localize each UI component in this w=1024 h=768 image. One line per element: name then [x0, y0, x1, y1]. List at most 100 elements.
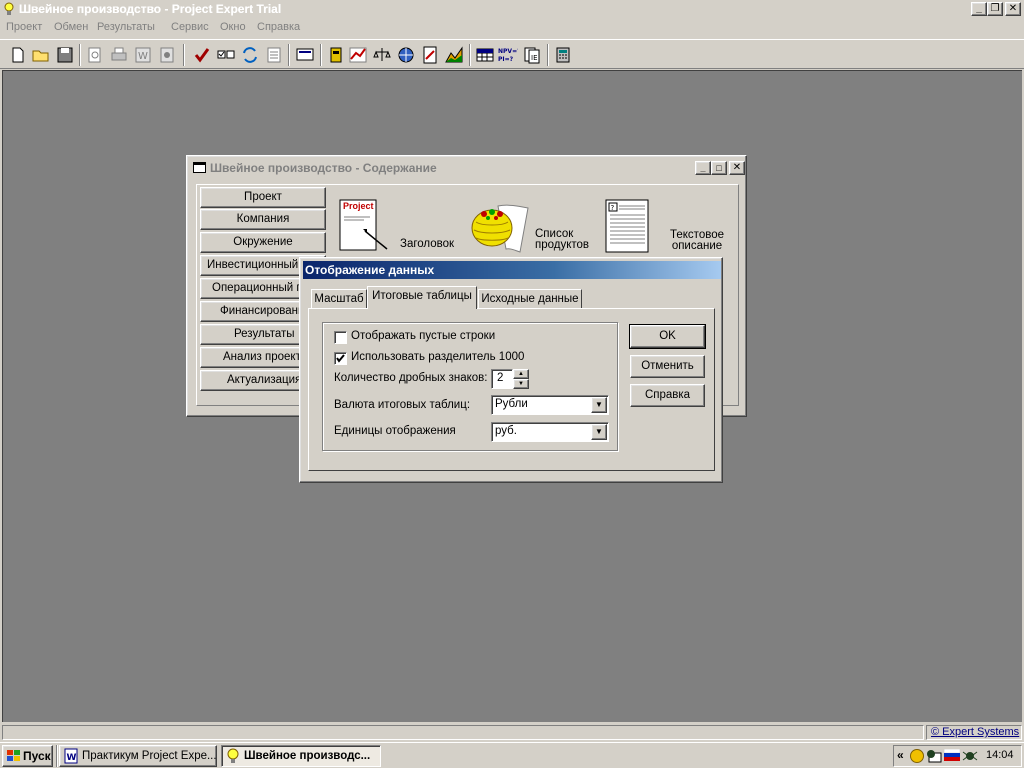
print-icon[interactable] — [109, 45, 129, 65]
display-data-dialog: Отображение данных Масштаб Итоговые табл… — [299, 257, 723, 483]
window-icon — [193, 162, 206, 173]
russian-flag-icon[interactable] — [943, 748, 961, 763]
nav-environment[interactable]: Окружение — [200, 232, 326, 253]
currency-value: Рубли — [495, 398, 528, 410]
spider-icon[interactable] — [962, 749, 978, 763]
refresh-icon[interactable] — [240, 45, 260, 65]
nav-project[interactable]: Проект — [200, 187, 326, 208]
start-button[interactable]: Пуск — [2, 745, 53, 767]
menu-project[interactable]: Проект — [6, 21, 42, 33]
tray-expand-icon[interactable]: « — [897, 748, 904, 762]
dialog-title: Отображение данных — [305, 263, 435, 277]
toolbar: W NPV=?PI=? IE — [0, 39, 1024, 69]
text-description-icon[interactable]: ? — [605, 199, 653, 255]
contents-maximize-button[interactable]: □ — [711, 161, 727, 175]
contents-title: Швейное производство - Содержание — [210, 161, 437, 175]
word-doc-icon: W — [64, 748, 78, 764]
svg-text:W: W — [67, 753, 77, 763]
units-select[interactable]: руб. ▼ — [491, 422, 609, 442]
expert-systems-link[interactable]: © Expert Systems — [931, 726, 1019, 738]
calculator-icon[interactable] — [553, 45, 573, 65]
app-title: Швейное производство - Project Expert Tr… — [19, 2, 282, 16]
spin-down-icon[interactable]: ▼ — [513, 379, 529, 389]
mail-bug-icon[interactable] — [926, 749, 942, 763]
chevron-down-icon[interactable]: ▼ — [591, 397, 607, 413]
status-link-panel: © Expert Systems — [926, 725, 1022, 740]
chevron-down-icon[interactable]: ▼ — [591, 424, 607, 440]
bulb-icon — [227, 748, 239, 763]
decimals-spinner[interactable]: ▲ ▼ — [513, 369, 529, 389]
documents-icon[interactable]: IE — [522, 45, 542, 65]
document-icon[interactable] — [157, 45, 177, 65]
contents-close-button[interactable]: ✕ — [729, 161, 745, 175]
cashflow-icon[interactable] — [348, 45, 368, 65]
menu-service[interactable]: Сервис — [171, 21, 209, 33]
app-bulb-icon — [2, 2, 16, 16]
area-chart-icon[interactable] — [444, 45, 464, 65]
open-folder-icon[interactable] — [31, 45, 51, 65]
svg-text:NPV=?: NPV=? — [498, 48, 518, 55]
spin-up-icon[interactable]: ▲ — [513, 369, 529, 379]
cancel-button[interactable]: Отменить — [630, 355, 705, 378]
units-value: руб. — [495, 425, 517, 437]
dialog-titlebar: Отображение данных — [303, 261, 721, 279]
preview-icon[interactable] — [85, 45, 105, 65]
title-page-label: Заголовок — [400, 238, 455, 250]
ok-button[interactable]: OK — [629, 324, 706, 349]
report-chart-icon[interactable] — [420, 45, 440, 65]
globe-report-icon[interactable] — [396, 45, 416, 65]
svg-text:?: ? — [611, 204, 615, 212]
clock: 14:04 — [986, 749, 1014, 761]
save-icon[interactable] — [55, 45, 75, 65]
menu-help[interactable]: Справка — [257, 21, 300, 33]
nav-company[interactable]: Компания — [200, 209, 326, 230]
svg-text:W: W — [138, 51, 148, 62]
screen-icon[interactable] — [295, 45, 315, 65]
menu-exchange[interactable]: Обмен — [54, 21, 88, 33]
balance-icon[interactable] — [372, 45, 392, 65]
at-sign-icon[interactable] — [910, 749, 924, 763]
product-list-icon[interactable] — [468, 202, 534, 254]
tab-source-data[interactable]: Исходные данные — [478, 289, 582, 309]
use-separator-label: Использовать разделитель 1000 — [351, 351, 525, 363]
text-description-label: Текстовое описание — [670, 229, 724, 252]
menu-results[interactable]: Результаты — [97, 21, 155, 33]
ledger-icon[interactable] — [326, 45, 346, 65]
start-label: Пуск — [23, 749, 51, 763]
help-button[interactable]: Справка — [630, 384, 705, 407]
close-button[interactable]: ✕ — [1005, 2, 1021, 16]
currency-label: Валюта итоговых таблиц: — [334, 399, 471, 411]
check-icon[interactable] — [192, 45, 212, 65]
svg-text:PI=?: PI=? — [498, 56, 514, 63]
task-sewing[interactable]: Швейное производс... — [221, 745, 381, 767]
task-practicum-label: Практикум Project Expe... — [82, 750, 217, 762]
tab-scale[interactable]: Масштаб — [311, 289, 367, 309]
decimals-value: 2 — [497, 372, 504, 384]
contents-minimize-button[interactable]: _ — [695, 161, 711, 175]
new-file-icon[interactable] — [8, 45, 28, 65]
menu-bar: Проект Обмен Результаты Сервис Окно Спра… — [0, 19, 1024, 37]
minimize-button[interactable]: _ — [971, 2, 987, 16]
use-separator-checkbox[interactable] — [334, 352, 347, 365]
word-export-icon[interactable]: W — [133, 45, 153, 65]
currency-select[interactable]: Рубли ▼ — [491, 395, 609, 415]
project-badge: Project — [343, 201, 374, 211]
contents-titlebar: Швейное производство - Содержание _ □ ✕ — [190, 159, 745, 177]
notes-icon[interactable] — [264, 45, 284, 65]
npv-pi-icon[interactable]: NPV=?PI=? — [498, 45, 521, 65]
show-empty-rows-label: Отображать пустые строки — [351, 330, 496, 342]
show-empty-rows-checkbox[interactable] — [334, 331, 347, 344]
checklist-icon[interactable] — [216, 45, 236, 65]
table-grid-icon[interactable] — [475, 45, 495, 65]
decimals-input[interactable]: 2 — [491, 369, 513, 389]
system-tray: « 14:04 — [893, 745, 1022, 767]
taskbar: Пуск W Практикум Project Expe... Швейное… — [0, 742, 1024, 768]
task-practicum[interactable]: W Практикум Project Expe... — [59, 745, 217, 767]
windows-logo-icon — [7, 750, 20, 761]
tab-summary-tables[interactable]: Итоговые таблицы — [367, 286, 477, 309]
restore-button[interactable]: ❐ — [987, 2, 1003, 16]
menu-window[interactable]: Окно — [220, 21, 246, 33]
app-titlebar: Швейное производство - Project Expert Tr… — [0, 0, 1024, 19]
product-list-label: Список продуктов — [535, 228, 590, 251]
decimals-label: Количество дробных знаков: — [334, 372, 488, 384]
